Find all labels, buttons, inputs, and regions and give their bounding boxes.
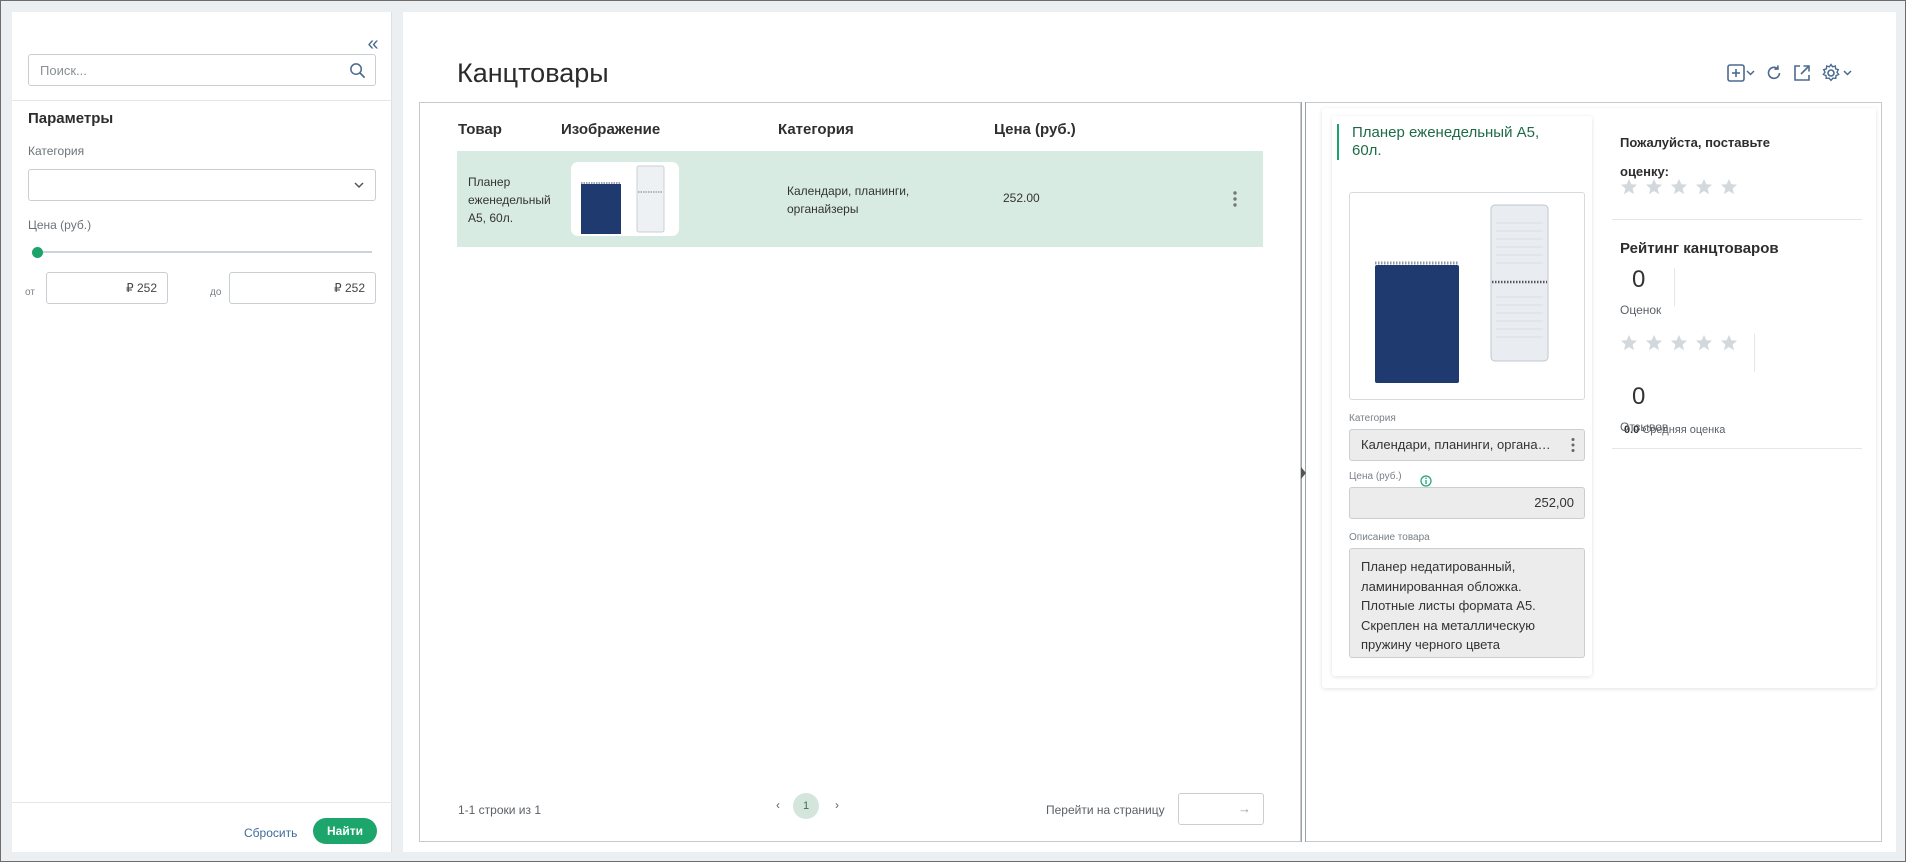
- product-list: Товар Изображение Категория Цена (руб.) …: [419, 102, 1301, 842]
- divider: [1612, 219, 1862, 220]
- star-icon[interactable]: [1720, 178, 1738, 196]
- row-menu-icon[interactable]: [1227, 189, 1243, 209]
- category-field-value: Календари, планинги, органайзеры: [1361, 437, 1556, 452]
- goto-page-label: Перейти на страницу: [1046, 803, 1165, 817]
- collapse-panel-icon[interactable]: «: [364, 34, 382, 54]
- category-field[interactable]: Календари, планинги, органайзеры: [1349, 429, 1585, 461]
- product-image: [1349, 192, 1585, 400]
- rating-title: Рейтинг канцтоваров: [1620, 240, 1779, 257]
- divider: [1754, 334, 1755, 372]
- star-icon: [1670, 334, 1688, 351]
- star-icon: [1620, 334, 1638, 351]
- rows-info: 1-1 строки из 1: [458, 803, 542, 817]
- user-rating-stars[interactable]: [1620, 178, 1738, 196]
- search-box: [28, 54, 376, 86]
- arrow-right-icon[interactable]: →: [1238, 801, 1251, 816]
- reviews-count: 0: [1632, 383, 1646, 410]
- ratings-count: 0: [1632, 266, 1646, 293]
- star-icon[interactable]: [1620, 178, 1638, 196]
- column-header-price[interactable]: Цена (руб.): [994, 121, 1076, 138]
- page-button-current[interactable]: 1: [793, 793, 819, 819]
- star-icon[interactable]: [1645, 178, 1663, 196]
- row-product-name: Планер еженедельный А5, 60л.: [468, 175, 551, 225]
- table-header: Товар Изображение Категория Цена (руб.): [458, 121, 1262, 143]
- description-field[interactable]: Планер недатированный, ламинированная об…: [1349, 548, 1585, 658]
- goto-page-input[interactable]: →: [1178, 793, 1264, 825]
- detail-panel: Планер еженедельный А5, 60л. Категория К…: [1306, 102, 1882, 842]
- price-slider[interactable]: [32, 247, 372, 258]
- star-icon: [1645, 334, 1663, 351]
- search-input[interactable]: [29, 55, 329, 85]
- category-label: Категория: [28, 144, 85, 158]
- main-panel: Канцтовары Товар Изображение Категория Ц…: [403, 12, 1896, 852]
- settings-button[interactable]: [1820, 62, 1854, 84]
- info-icon[interactable]: [1420, 475, 1432, 487]
- filter-panel: « Параметры Категория Цена (руб.) от ₽ 2…: [12, 12, 392, 852]
- divider: [1612, 448, 1862, 449]
- product-card: Планер еженедельный А5, 60л. Категория К…: [1332, 116, 1592, 676]
- star-icon: [1720, 334, 1738, 351]
- price-label: Цена (руб.): [28, 218, 92, 232]
- export-button[interactable]: [1792, 62, 1812, 84]
- price-field-label: Цена (руб.): [1349, 471, 1402, 482]
- column-header-image[interactable]: Изображение: [561, 121, 660, 138]
- search-icon[interactable]: [349, 62, 366, 79]
- star-icon: [1695, 334, 1713, 351]
- price-slider-thumb[interactable]: [32, 247, 43, 258]
- gear-icon: [1822, 63, 1852, 82]
- add-icon: [1727, 64, 1755, 82]
- category-select[interactable]: [28, 169, 376, 201]
- toolbar: [1726, 61, 1854, 85]
- category-field-label: Категория: [1349, 413, 1396, 424]
- prev-page-icon[interactable]: ‹: [770, 797, 786, 813]
- price-slider-track: [34, 251, 372, 253]
- reviews-count-label: Отзывов: [1620, 420, 1669, 434]
- external-link-icon: [1794, 65, 1810, 81]
- column-header-product[interactable]: Товар: [458, 121, 502, 138]
- star-icon[interactable]: [1695, 178, 1713, 196]
- ratings-count-label: Оценок: [1620, 303, 1662, 317]
- row-price: 252.00: [1003, 191, 1040, 205]
- params-title: Параметры: [28, 110, 114, 127]
- app-window: « Параметры Категория Цена (руб.) от ₽ 2…: [0, 0, 1906, 862]
- detail-card: Планер еженедельный А5, 60л. Категория К…: [1322, 108, 1876, 688]
- add-button[interactable]: [1726, 62, 1756, 84]
- divider: [12, 100, 392, 101]
- divider: [1674, 268, 1675, 306]
- average-rating-stars: [1620, 334, 1738, 352]
- star-icon[interactable]: [1670, 178, 1688, 196]
- divider: [12, 802, 392, 803]
- row-category: Календари, планинги, органайзеры: [787, 184, 910, 216]
- find-button[interactable]: Найти: [313, 818, 377, 844]
- refresh-icon: [1767, 65, 1781, 80]
- description-field-label: Описание товара: [1349, 532, 1430, 543]
- price-to-input[interactable]: ₽ 252: [229, 272, 376, 304]
- chevron-down-icon: [354, 182, 364, 189]
- pagination: ‹ 1 ›: [760, 793, 870, 819]
- reset-button[interactable]: Сбросить: [244, 826, 297, 840]
- next-page-icon[interactable]: ›: [829, 797, 845, 813]
- table-row[interactable]: Планер еженедельный А5, 60л. Календари, …: [457, 151, 1263, 247]
- category-menu-icon[interactable]: [1570, 437, 1576, 453]
- page-title: Канцтовары: [457, 58, 609, 88]
- column-header-category[interactable]: Категория: [778, 121, 854, 138]
- price-field[interactable]: 252,00: [1349, 487, 1585, 519]
- product-title: Планер еженедельный А5, 60л.: [1337, 124, 1567, 160]
- product-thumbnail: [571, 162, 679, 236]
- price-to-label: до: [210, 287, 222, 298]
- refresh-button[interactable]: [1764, 62, 1784, 84]
- price-from-label: от: [25, 287, 35, 298]
- price-from-input[interactable]: ₽ 252: [46, 272, 168, 304]
